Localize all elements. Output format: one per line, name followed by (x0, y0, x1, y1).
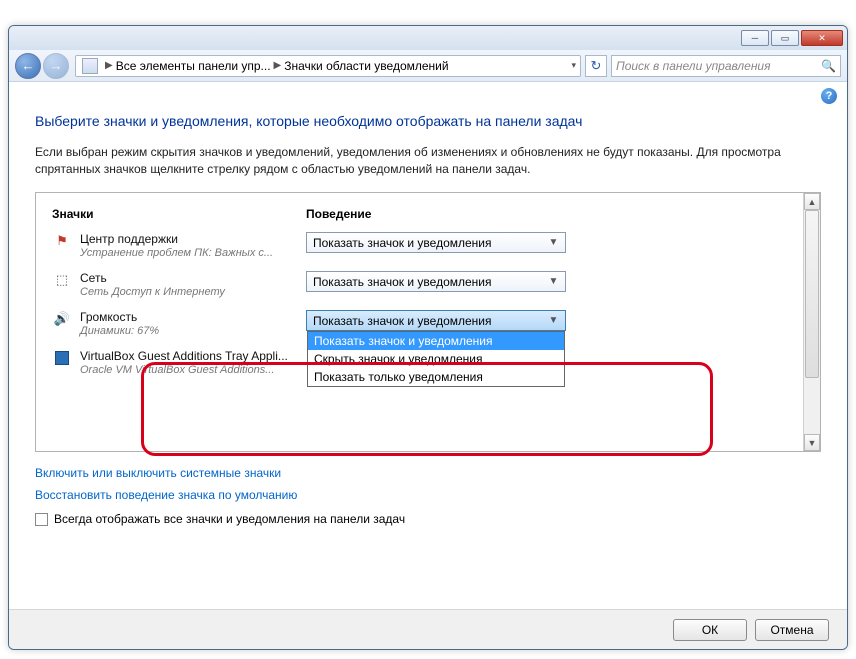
chevron-down-icon: ▼ (546, 315, 561, 326)
scroll-down-button[interactable]: ▼ (804, 434, 820, 451)
forward-button[interactable]: → (43, 53, 69, 79)
table-row: ⚑ Центр поддержки Устранение проблем ПК:… (52, 229, 787, 268)
back-button[interactable]: ← (15, 53, 41, 79)
col-behavior: Поведение (306, 207, 371, 221)
scroll-up-button[interactable]: ▲ (804, 193, 820, 210)
chevron-right-icon: ▶ (105, 60, 113, 71)
maximize-button[interactable]: ▭ (771, 30, 799, 46)
dropdown-option[interactable]: Показать только уведомления (308, 368, 564, 386)
row-sub: Oracle VM VirtualBox Guest Additions... (80, 364, 306, 376)
control-panel-icon (82, 58, 98, 74)
content-area: ? Выберите значки и уведомления, которые… (9, 82, 847, 609)
system-icons-link[interactable]: Включить или выключить системные значки (35, 466, 821, 480)
breadcrumb-root[interactable]: Все элементы панели упр... (116, 59, 271, 73)
network-icon: ⬚ (52, 271, 72, 289)
dropdown-option[interactable]: Скрыть значок и уведомления (308, 350, 564, 368)
row-sub: Динамики: 67% (80, 325, 306, 337)
links-section: Включить или выключить системные значки … (35, 466, 821, 502)
chevron-down-icon: ▼ (546, 237, 561, 248)
always-show-row: Всегда отображать все значки и уведомлен… (35, 512, 821, 526)
button-bar: ОК Отмена (9, 609, 847, 649)
ok-button[interactable]: ОК (673, 619, 747, 641)
row-name: Сеть (80, 271, 306, 285)
table-row: 🔊 Громкость Динамики: 67% Показать значо… (52, 307, 787, 346)
dropdown-menu: Показать значок и уведомления Скрыть зна… (307, 331, 565, 387)
search-input[interactable]: Поиск в панели управления 🔍 (611, 55, 841, 77)
table-header: Значки Поведение (52, 203, 787, 229)
col-icons: Значки (52, 207, 306, 221)
table-row: ⬚ Сеть Сеть Доступ к Интернету Показать … (52, 268, 787, 307)
chevron-right-icon: ▶ (274, 60, 282, 71)
virtualbox-icon (52, 349, 72, 367)
always-show-checkbox[interactable] (35, 513, 48, 526)
chevron-down-icon[interactable]: ▾ (571, 60, 576, 71)
row-sub: Сеть Доступ к Интернету (80, 286, 306, 298)
search-icon: 🔍 (821, 59, 836, 73)
icons-panel: Значки Поведение ⚑ Центр поддержки Устра… (35, 192, 821, 452)
behavior-select[interactable]: Показать значок и уведомления ▼ (306, 271, 566, 292)
cancel-button[interactable]: Отмена (755, 619, 829, 641)
row-name: VirtualBox Guest Additions Tray Appli... (80, 349, 306, 363)
search-placeholder: Поиск в панели управления (616, 59, 771, 73)
breadcrumb-current[interactable]: Значки области уведомлений (284, 59, 448, 73)
scrollbar[interactable]: ▲ ▼ (803, 193, 820, 451)
row-name: Центр поддержки (80, 232, 306, 246)
action-center-icon: ⚑ (52, 232, 72, 250)
refresh-button[interactable]: ↻ (585, 55, 607, 77)
address-bar: ← → ▶ Все элементы панели упр... ▶ Значк… (9, 50, 847, 82)
page-title: Выберите значки и уведомления, которые н… (35, 112, 821, 132)
behavior-select[interactable]: Показать значок и уведомления ▼ Показать… (306, 310, 566, 331)
row-name: Громкость (80, 310, 306, 324)
volume-icon: 🔊 (52, 310, 72, 328)
page-description: Если выбран режим скрытия значков и увед… (35, 144, 821, 179)
help-icon[interactable]: ? (821, 88, 837, 104)
behavior-select[interactable]: Показать значок и уведомления ▼ (306, 232, 566, 253)
minimize-button[interactable]: ─ (741, 30, 769, 46)
close-button[interactable]: ✕ (801, 30, 843, 46)
scroll-thumb[interactable] (805, 210, 819, 378)
restore-defaults-link[interactable]: Восстановить поведение значка по умолчан… (35, 488, 821, 502)
chevron-down-icon: ▼ (546, 276, 561, 287)
control-panel-window: ─ ▭ ✕ ← → ▶ Все элементы панели упр... ▶… (8, 25, 848, 650)
always-show-label: Всегда отображать все значки и уведомлен… (54, 512, 405, 526)
title-bar: ─ ▭ ✕ (9, 26, 847, 50)
dropdown-option[interactable]: Показать значок и уведомления (308, 332, 564, 350)
breadcrumb[interactable]: ▶ Все элементы панели упр... ▶ Значки об… (75, 55, 581, 77)
row-sub: Устранение проблем ПК: Важных с... (80, 247, 306, 259)
